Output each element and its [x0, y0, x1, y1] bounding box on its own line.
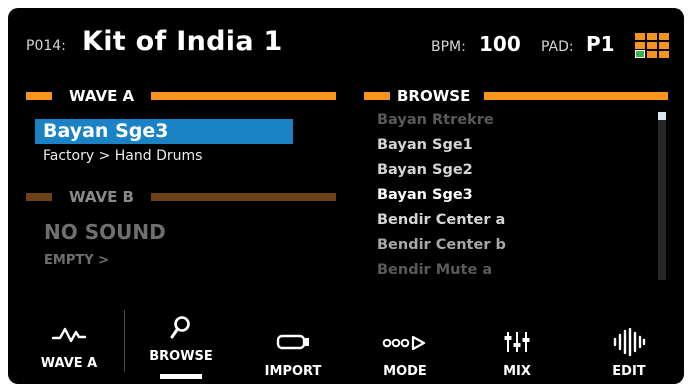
search-icon: [170, 316, 190, 339]
mix-icon: [504, 332, 530, 352]
nav-wave-a[interactable]: WAVE A: [22, 308, 116, 384]
wave-b-path[interactable]: EMPTY >: [44, 253, 109, 268]
nav-wave-a-label: WAVE A: [40, 356, 98, 371]
wave-icon: [51, 327, 87, 343]
nav-mode[interactable]: MODE: [358, 308, 452, 384]
wave-b-bar-right: [151, 193, 336, 201]
nav-import[interactable]: IMPORT: [246, 308, 340, 384]
wave-b-bar-left: [26, 193, 52, 201]
wave-a-path[interactable]: Factory > Hand Drums: [43, 148, 202, 164]
mode-icon: [382, 335, 426, 351]
browse-scrollbar[interactable]: [658, 112, 666, 280]
wave-a-sample[interactable]: Bayan Sge3: [35, 119, 293, 144]
nav-edit[interactable]: EDIT: [582, 308, 676, 384]
bpm-label: BPM:: [431, 39, 466, 55]
edit-icon: [613, 328, 646, 356]
device-screen: P014: Kit of India 1 BPM: 100 PAD: P1 WA…: [8, 8, 684, 384]
browse-scroll-thumb[interactable]: [658, 112, 666, 120]
nav-mix[interactable]: MIX: [470, 308, 564, 384]
browse-list-item[interactable]: Bendir Mute a: [377, 262, 492, 278]
nav-mode-label: MODE: [383, 364, 427, 379]
browse-bar-right: [484, 92, 668, 100]
browse-list-item[interactable]: Bendir Center a: [377, 212, 505, 228]
browse-title: BROWSE: [397, 87, 471, 105]
pad-label: PAD:: [541, 39, 574, 55]
browse-list-item[interactable]: Bayan Sge2: [377, 162, 473, 178]
wave-a-bar-left: [26, 92, 52, 100]
browse-list-item[interactable]: Bayan Sge3: [377, 187, 473, 203]
browse-bar-left: [364, 92, 390, 100]
pad-value[interactable]: P1: [586, 32, 615, 56]
wave-b-title: WAVE B: [69, 188, 134, 206]
wave-a-title: WAVE A: [69, 87, 135, 105]
nav-mix-label: MIX: [503, 364, 531, 379]
bpm-value[interactable]: 100: [479, 32, 521, 56]
preset-name[interactable]: Kit of India 1: [82, 26, 283, 57]
nav-divider: [124, 310, 125, 372]
nav-import-label: IMPORT: [264, 364, 322, 379]
nav-edit-label: EDIT: [612, 364, 646, 379]
nav-browse[interactable]: BROWSE: [133, 308, 229, 384]
wave-b-status[interactable]: NO SOUND: [44, 220, 166, 244]
wave-a-sample-name: Bayan Sge3: [43, 120, 169, 142]
browse-list-item[interactable]: Bayan Rtrekre: [377, 112, 494, 128]
import-icon: [276, 334, 309, 350]
grid-pad-icon[interactable]: [635, 33, 669, 58]
wave-a-bar-right: [151, 92, 336, 100]
browse-list-item[interactable]: Bayan Sge1: [377, 137, 473, 153]
browse-list-item[interactable]: Bendir Center b: [377, 237, 506, 253]
nav-browse-label: BROWSE: [149, 349, 213, 364]
preset-number: P014:: [26, 38, 66, 54]
nav-browse-active-indicator: [160, 374, 202, 379]
